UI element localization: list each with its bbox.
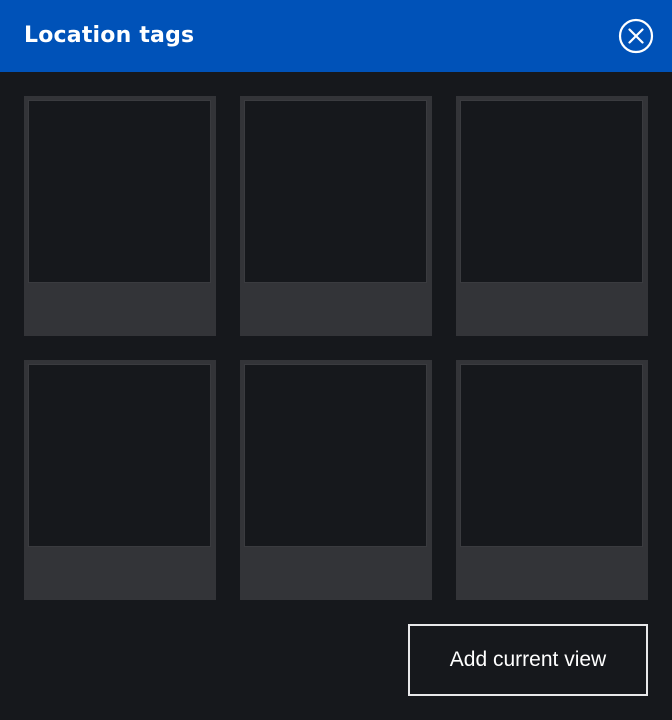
tile-thumbnail	[460, 364, 643, 547]
location-tag-tile[interactable]	[24, 96, 216, 336]
tile-thumbnail	[28, 364, 211, 547]
tile-thumbnail	[244, 100, 427, 283]
location-tag-tile[interactable]	[24, 360, 216, 600]
tile-thumbnail	[460, 100, 643, 283]
dialog-header: Location tags	[0, 0, 672, 72]
location-tag-grid	[24, 96, 648, 600]
close-circle-icon	[618, 18, 654, 54]
location-tags-dialog: Location tags Add current view	[0, 0, 672, 720]
tile-thumbnail	[28, 100, 211, 283]
location-tag-tile[interactable]	[240, 360, 432, 600]
dialog-title: Location tags	[24, 23, 195, 48]
add-current-view-button[interactable]: Add current view	[408, 624, 648, 696]
location-tag-tile[interactable]	[240, 96, 432, 336]
location-tag-tile[interactable]	[456, 96, 648, 336]
tile-thumbnail	[244, 364, 427, 547]
location-tag-tile[interactable]	[456, 360, 648, 600]
close-button[interactable]	[618, 18, 654, 54]
